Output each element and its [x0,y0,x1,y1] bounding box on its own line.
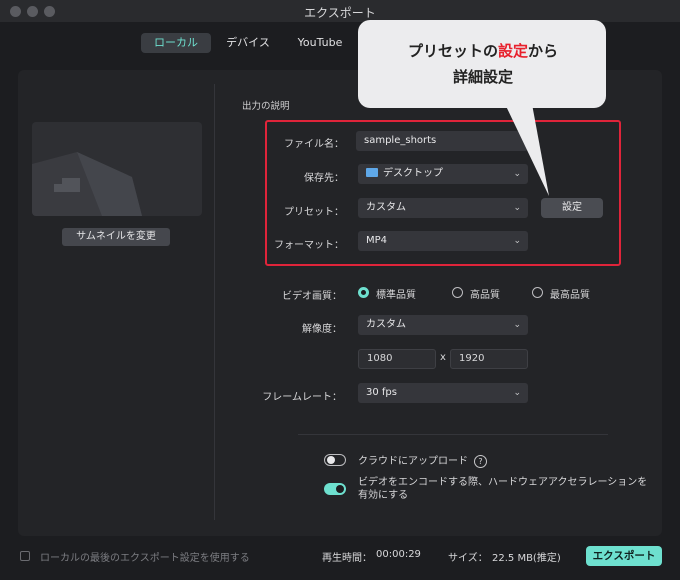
toggle-knob [336,485,344,493]
callout-text-pre: プリセットの [407,42,498,60]
format-label: フォーマット： [274,240,344,251]
resolution-width-input[interactable]: 1080 [358,349,436,369]
preset-value: カスタム [366,202,406,213]
titlebar: エクスポート [0,0,680,22]
size-value: 22.5 MB(推定) [492,553,561,564]
quality-standard-label: 標準品質 [376,290,416,301]
save-location-select[interactable]: デスクトップ ⌄ [358,164,528,184]
callout-bubble [358,20,606,108]
preset-settings-button[interactable]: 設定 [541,198,603,218]
callout-line-2: 詳細設定 [452,68,513,86]
cloud-upload-row: クラウドにアップロード? [358,452,487,468]
quality-standard-radio[interactable] [358,287,369,298]
resolution-separator: x [440,352,446,363]
hw-accel-label: ビデオをエンコードする際、ハードウェアアクセラレーションを有効にする [358,477,648,501]
chevron-down-icon: ⌄ [513,320,521,330]
thumbnail-preview [32,122,202,216]
cloud-upload-toggle[interactable] [324,454,346,466]
resolution-label: 解像度： [302,324,342,335]
framerate-label: フレームレート： [262,392,342,403]
panel-divider [214,84,215,520]
resolution-value: カスタム [366,319,406,330]
duration-label: 再生時間： [322,553,372,564]
save-location-value: デスクトップ [383,168,443,179]
folder-icon [366,168,378,177]
resolution-height-input[interactable]: 1920 [450,349,528,369]
export-button[interactable]: エクスポート [586,546,662,566]
preset-label: プリセット： [284,207,344,218]
quality-high-label: 高品質 [470,290,500,301]
tab-local[interactable]: ローカル [141,33,211,53]
help-icon[interactable]: ? [474,455,487,468]
use-last-settings-checkbox[interactable] [20,551,30,561]
framerate-value: 30 fps [366,387,397,398]
chevron-down-icon: ⌄ [513,203,521,213]
quality-label: ビデオ画質： [282,291,342,302]
change-thumbnail-button[interactable]: サムネイルを変更 [62,228,170,246]
window-title: エクスポート [304,6,376,20]
output-section-title: 出力の説明 [242,101,290,112]
filename-label: ファイル名： [284,139,344,150]
duration-value: 00:00:29 [376,549,421,560]
quality-high-radio[interactable] [452,287,463,298]
hw-accel-toggle[interactable] [324,483,346,495]
tab-device[interactable]: デバイス [222,33,274,53]
toggle-knob [327,455,335,464]
chevron-down-icon: ⌄ [513,169,521,179]
callout-line-1: プリセットの設定から [360,40,606,61]
thumbnail-graphic [32,152,142,216]
chevron-down-icon: ⌄ [513,236,521,246]
tab-youtube[interactable]: YouTube [292,33,348,53]
export-window: エクスポート ローカル デバイス YouTube サムネイルを変更 出力の説明 … [0,0,680,580]
cloud-upload-label: クラウドにアップロード [358,456,468,467]
callout-text-highlight: 設定 [497,42,528,60]
section-divider [298,434,608,435]
callout-text-post: から [528,42,559,60]
chevron-down-icon: ⌄ [513,388,521,398]
save-location-label: 保存先： [304,173,344,184]
quality-highest-label: 最高品質 [550,290,590,301]
filename-input[interactable]: sample_shorts [356,131,528,151]
size-label: サイズ： [448,553,488,564]
format-select[interactable]: MP4 ⌄ [358,231,528,251]
resolution-select[interactable]: カスタム ⌄ [358,315,528,335]
framerate-select[interactable]: 30 fps ⌄ [358,383,528,403]
use-last-settings-label: ローカルの最後のエクスポート設定を使用する [40,553,250,564]
quality-highest-radio[interactable] [532,287,543,298]
format-value: MP4 [366,235,388,246]
preset-select[interactable]: カスタム ⌄ [358,198,528,218]
